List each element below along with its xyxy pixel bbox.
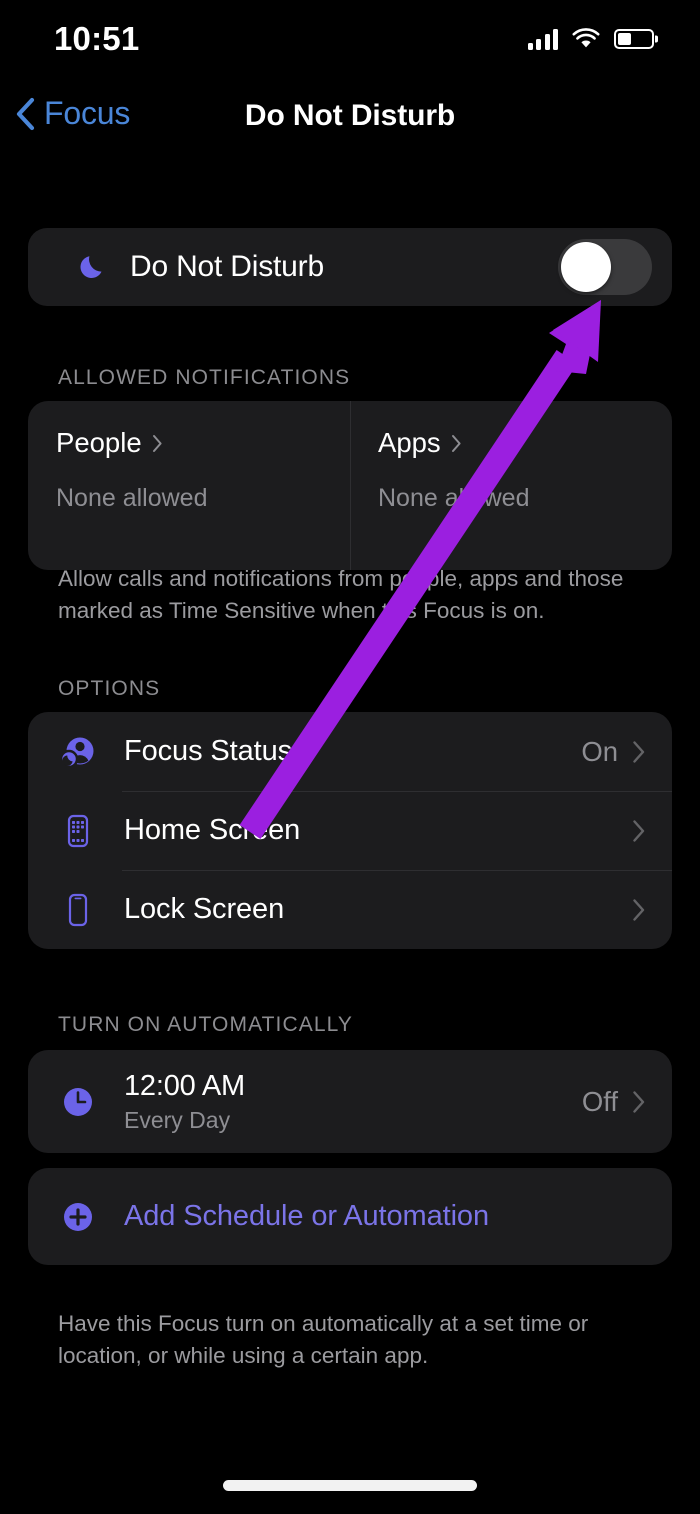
allowed-notifications-card: People None allowed Apps None allowed	[28, 401, 672, 570]
chevron-right-icon	[152, 434, 162, 452]
schedule-row[interactable]: 12:00 AM Every Day Off	[28, 1050, 672, 1153]
add-schedule-section: Add Schedule or Automation	[0, 1168, 700, 1265]
options-row-focus-status[interactable]: Focus Status On	[28, 712, 672, 791]
home-indicator[interactable]	[223, 1480, 477, 1491]
status-bar-time: 10:51	[54, 20, 140, 57]
do-not-disturb-toggle-row[interactable]: Do Not Disturb	[28, 228, 672, 306]
clock-icon	[54, 1082, 102, 1122]
status-bar: 10:51	[0, 0, 700, 78]
allowed-apps-subtitle: None allowed	[378, 484, 530, 512]
chevron-right-icon	[633, 819, 645, 842]
schedule-state-value: Off	[581, 1085, 618, 1117]
options-row-label: Lock Screen	[124, 893, 285, 925]
navigation-bar: Focus Do Not Disturb	[0, 95, 700, 157]
allowed-people-title: People	[56, 427, 142, 458]
focus-status-value: On	[581, 735, 618, 767]
lock-screen-phone-icon	[54, 890, 102, 930]
cellular-bars-icon	[527, 28, 558, 50]
home-screen-phone-grid-icon	[54, 811, 102, 851]
allowed-notifications-header: ALLOWED NOTIFICATIONS	[58, 366, 351, 389]
iphone-screen: 10:51 Focus Do Not Disturb Do Not Distur…	[0, 0, 700, 1514]
schedule-section: 12:00 AM Every Day Off	[0, 1050, 700, 1153]
schedule-time: 12:00 AM	[124, 1069, 245, 1102]
allowed-apps-title: Apps	[378, 427, 441, 458]
wifi-icon	[572, 28, 600, 48]
options-section: Focus Status On Home Screen Lock Screen	[0, 712, 700, 949]
turn-on-automatically-header: TURN ON AUTOMATICALLY	[58, 1013, 353, 1036]
options-row-label: Home Screen	[124, 814, 301, 846]
schedule-text: 12:00 AM Every Day	[102, 1070, 582, 1134]
chevron-right-icon	[633, 1090, 645, 1113]
toggle-knob	[561, 242, 611, 292]
chevron-right-icon	[633, 740, 645, 763]
allowed-people-subtitle: None allowed	[56, 484, 208, 512]
options-header: OPTIONS	[58, 677, 161, 700]
do-not-disturb-toggle[interactable]	[558, 239, 652, 295]
chevron-right-icon	[451, 434, 461, 452]
page-title: Do Not Disturb	[244, 99, 456, 132]
moon-icon	[76, 251, 110, 283]
allowed-apps-cell[interactable]: Apps None allowed	[350, 401, 672, 570]
allowed-people-cell[interactable]: People None allowed	[28, 401, 350, 570]
do-not-disturb-label: Do Not Disturb	[130, 250, 324, 283]
allowed-notifications-footnote: Allow calls and notifications from peopl…	[58, 566, 624, 623]
chevron-right-icon	[633, 898, 645, 921]
battery-icon	[614, 29, 654, 49]
turn-on-automatically-footnote: Have this Focus turn on automatically at…	[58, 1311, 589, 1368]
options-row-home-screen[interactable]: Home Screen	[28, 791, 672, 870]
options-row-label: Focus Status	[124, 735, 293, 767]
options-row-lock-screen[interactable]: Lock Screen	[28, 870, 672, 949]
add-schedule-label: Add Schedule or Automation	[124, 1200, 489, 1232]
schedule-repeat: Every Day	[124, 1106, 231, 1133]
plus-circle-icon	[54, 1197, 102, 1237]
add-schedule-or-automation-button[interactable]: Add Schedule or Automation	[28, 1168, 672, 1265]
status-bar-indicators	[527, 28, 654, 50]
focus-status-person-moon-icon	[54, 732, 102, 772]
